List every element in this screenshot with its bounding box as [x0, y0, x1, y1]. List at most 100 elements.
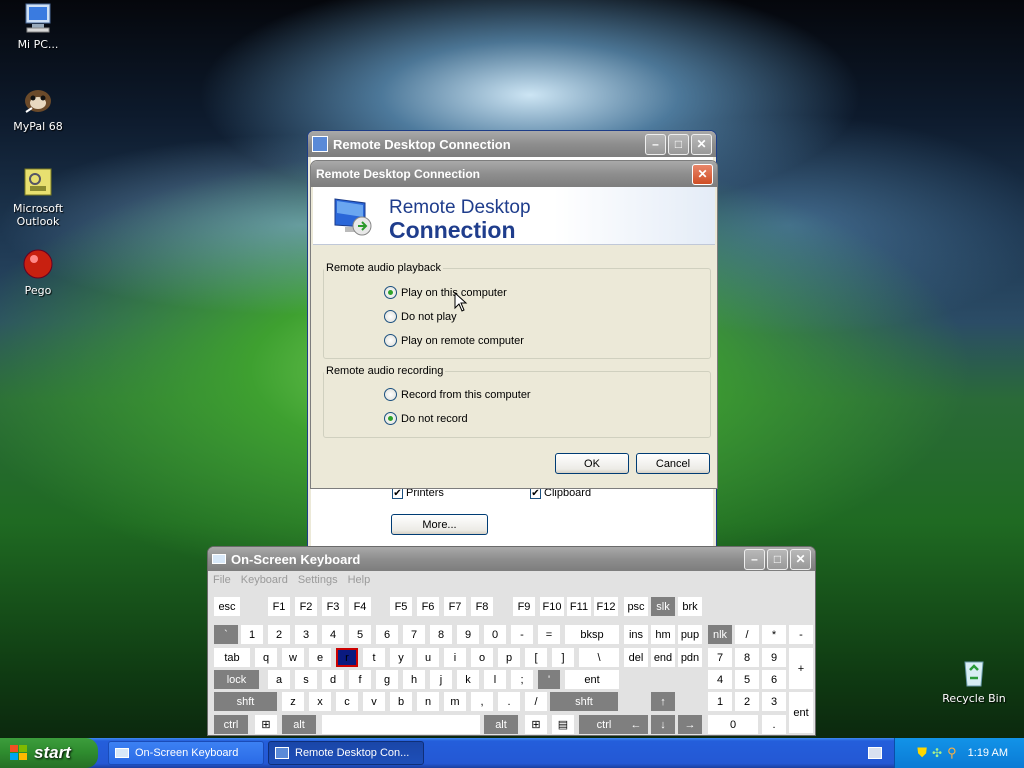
osk-key[interactable]: j: [430, 670, 452, 689]
osk-key[interactable]: 8: [735, 648, 759, 667]
osk-key[interactable]: e: [309, 648, 331, 667]
osk-key[interactable]: 5: [349, 625, 371, 644]
osk-key[interactable]: ▤: [552, 715, 574, 734]
osk-key[interactable]: alt: [484, 715, 518, 734]
security-shield-icon[interactable]: ⛊: [917, 745, 927, 761]
osk-key[interactable]: shft: [214, 692, 277, 711]
osk-key[interactable]: 1: [708, 692, 732, 711]
osk-key[interactable]: u: [417, 648, 439, 667]
osk-key[interactable]: [322, 715, 480, 734]
audio-dialog-titlebar[interactable]: Remote Desktop Connection ✕: [311, 161, 717, 187]
osk-key[interactable]: bksp: [565, 625, 619, 644]
osk-key[interactable]: b: [390, 692, 412, 711]
osk-key[interactable]: 7: [708, 648, 732, 667]
osk-key[interactable]: F5: [390, 597, 412, 616]
osk-key[interactable]: \: [579, 648, 619, 667]
desktop-icon-pego[interactable]: Pego: [0, 248, 76, 297]
osk-key[interactable]: hm: [651, 625, 675, 644]
ok-button[interactable]: OK: [555, 453, 629, 474]
maximize-button[interactable]: □: [668, 133, 689, 155]
rdc-main-titlebar[interactable]: Remote Desktop Connection – □ ✕: [308, 131, 716, 157]
osk-key[interactable]: x: [309, 692, 331, 711]
osk-key[interactable]: F8: [471, 597, 493, 616]
osk-key[interactable]: pup: [678, 625, 702, 644]
osk-key[interactable]: 4: [708, 670, 732, 689]
osk-key[interactable]: f: [349, 670, 371, 689]
start-button[interactable]: start: [0, 738, 98, 768]
radio-do-not-record[interactable]: Do not record: [384, 412, 468, 425]
osk-key[interactable]: F4: [349, 597, 371, 616]
osk-key[interactable]: ⊞: [255, 715, 277, 734]
osk-key[interactable]: nlk: [708, 625, 732, 644]
osk-key[interactable]: /: [525, 692, 547, 711]
minimize-button[interactable]: –: [645, 133, 666, 155]
osk-key[interactable]: 3: [295, 625, 317, 644]
osk-key[interactable]: F3: [322, 597, 344, 616]
osk-key[interactable]: F9: [513, 597, 535, 616]
osk-key[interactable]: 8: [430, 625, 452, 644]
osk-key[interactable]: F2: [295, 597, 317, 616]
osk-key[interactable]: ↓: [651, 715, 675, 734]
osk-key[interactable]: F6: [417, 597, 439, 616]
osk-key[interactable]: 2: [735, 692, 759, 711]
osk-key[interactable]: pdn: [678, 648, 702, 667]
osk-key[interactable]: →: [678, 715, 702, 734]
osk-key[interactable]: esc: [214, 597, 240, 616]
osk-key[interactable]: k: [457, 670, 479, 689]
osk-key[interactable]: F11: [567, 597, 591, 616]
taskbar-task-osk[interactable]: On-Screen Keyboard: [108, 741, 264, 765]
language-bar-icon[interactable]: [868, 747, 882, 759]
osk-key[interactable]: 4: [322, 625, 344, 644]
osk-key[interactable]: `: [214, 625, 238, 644]
osk-key[interactable]: ctrl: [579, 715, 629, 734]
osk-key[interactable]: .: [762, 715, 786, 734]
osk-key[interactable]: v: [363, 692, 385, 711]
osk-key[interactable]: end: [651, 648, 675, 667]
osk-key[interactable]: 7: [403, 625, 425, 644]
osk-key[interactable]: y: [390, 648, 412, 667]
osk-key[interactable]: 0: [708, 715, 758, 734]
osk-key[interactable]: c: [336, 692, 358, 711]
osk-key[interactable]: F12: [594, 597, 618, 616]
desktop-icon-outlook[interactable]: Microsoft Outlook: [0, 166, 76, 228]
osk-key[interactable]: ↑: [651, 692, 675, 711]
osk-key[interactable]: tab: [214, 648, 250, 667]
network-icon[interactable]: ✣: [932, 746, 942, 760]
osk-key[interactable]: 5: [735, 670, 759, 689]
radio-play-on-this-computer[interactable]: Play on this computer: [384, 286, 507, 299]
osk-key[interactable]: psc: [624, 597, 648, 616]
osk-key[interactable]: g: [376, 670, 398, 689]
clock[interactable]: 1:19 AM: [968, 747, 1008, 759]
osk-key[interactable]: t: [363, 648, 385, 667]
osk-key[interactable]: [: [525, 648, 547, 667]
osk-key[interactable]: 0: [484, 625, 506, 644]
osk-key[interactable]: a: [268, 670, 290, 689]
osk-key[interactable]: 2: [268, 625, 290, 644]
osk-key[interactable]: ins: [624, 625, 648, 644]
osk-key[interactable]: del: [624, 648, 648, 667]
osk-key[interactable]: 9: [457, 625, 479, 644]
osk-key[interactable]: brk: [678, 597, 702, 616]
osk-key[interactable]: m: [444, 692, 466, 711]
osk-key[interactable]: n: [417, 692, 439, 711]
osk-key[interactable]: -: [789, 625, 813, 644]
osk-key[interactable]: F7: [444, 597, 466, 616]
desktop-icon-mypal[interactable]: MyPal 68: [0, 84, 76, 133]
desktop-icon-recycle-bin[interactable]: Recycle Bin: [936, 656, 1012, 705]
osk-key[interactable]: o: [471, 648, 493, 667]
osk-key[interactable]: alt: [282, 715, 316, 734]
osk-key[interactable]: 1: [241, 625, 263, 644]
radio-record-from-this-computer[interactable]: Record from this computer: [384, 388, 531, 401]
close-button[interactable]: ✕: [691, 133, 712, 155]
osk-key[interactable]: F10: [540, 597, 564, 616]
osk-key[interactable]: i: [444, 648, 466, 667]
osk-key[interactable]: slk: [651, 597, 675, 616]
osk-key[interactable]: ;: [511, 670, 533, 689]
osk-key[interactable]: =: [538, 625, 560, 644]
osk-key[interactable]: *: [762, 625, 786, 644]
osk-key[interactable]: w: [282, 648, 304, 667]
osk-key[interactable]: 6: [376, 625, 398, 644]
osk-key[interactable]: +: [789, 648, 813, 689]
osk-key[interactable]: ⊞: [525, 715, 547, 734]
osk-key[interactable]: s: [295, 670, 317, 689]
